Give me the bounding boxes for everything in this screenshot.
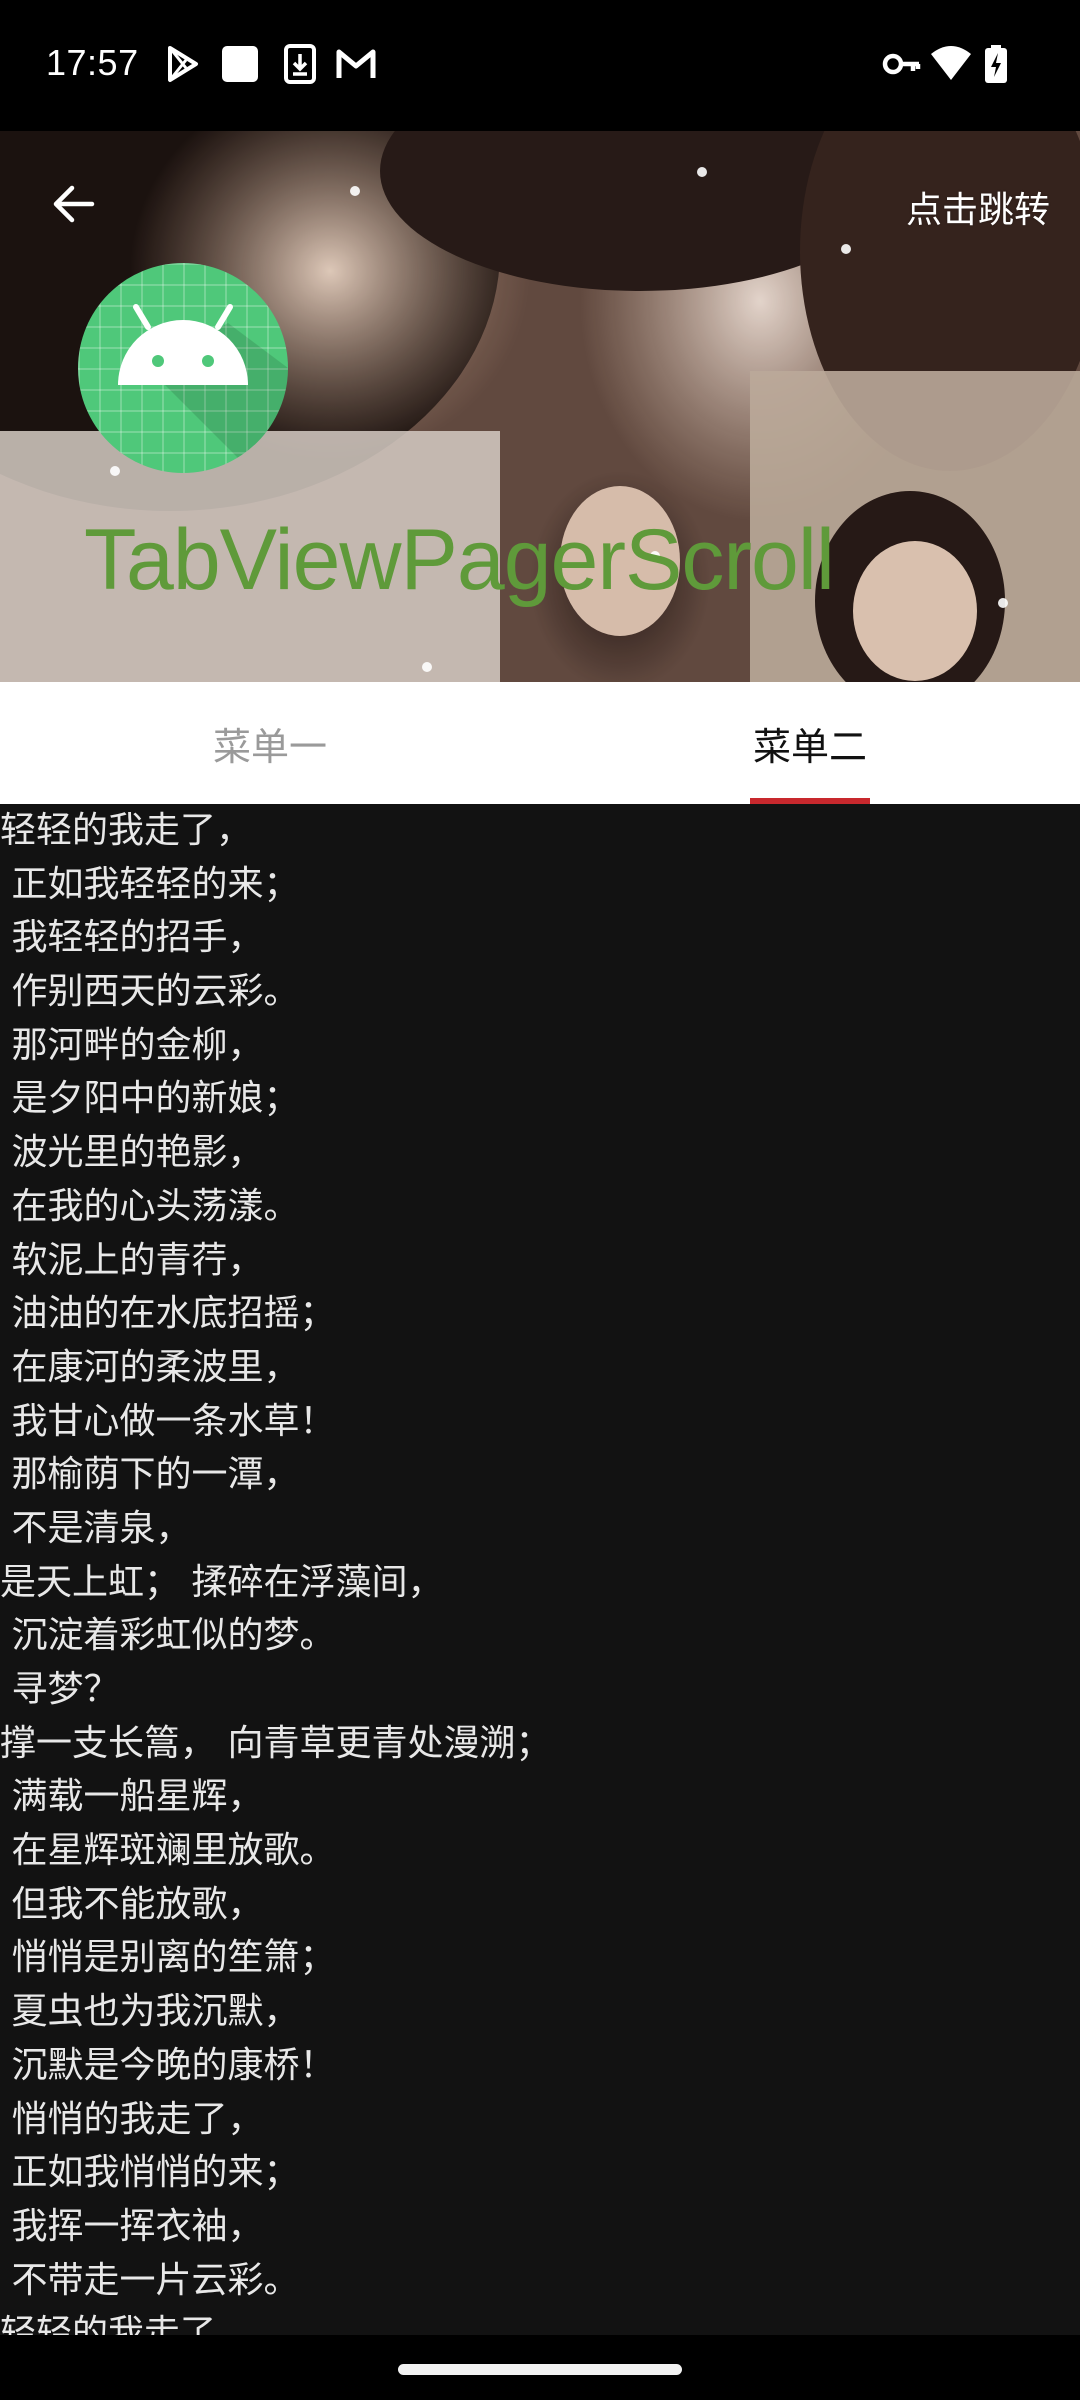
home-indicator[interactable] xyxy=(398,2364,682,2375)
sparkle-dot xyxy=(422,662,432,672)
app-root: 17:57 点击跳转 TabViewPagerScroll 菜单一 菜单二 轻轻… xyxy=(0,0,1080,2400)
poem-line: 轻轻的我走了， xyxy=(0,810,253,851)
key-icon xyxy=(882,44,922,84)
poem-line: 是夕阳中的新娘； xyxy=(0,1078,300,1120)
tab-menu-two[interactable]: 菜单二 xyxy=(540,682,1080,804)
back-button[interactable] xyxy=(44,176,104,236)
poem-line: 悄悄的我走了， xyxy=(0,2098,264,2140)
poem-line: 但我不能放歌， xyxy=(0,1883,264,1925)
poem-text: 轻轻的我走了， 正如我轻轻的来； 我轻轻的招手， 作别西天的云彩。 那河畔的金柳… xyxy=(0,804,1080,2335)
poem-line: 正如我悄悄的来； xyxy=(0,2152,300,2194)
collapsing-header: 点击跳转 TabViewPagerScroll xyxy=(0,131,1080,682)
sparkle-dot xyxy=(841,244,851,254)
poem-line: 我甘心做一条水草！ xyxy=(0,1400,336,1442)
app-logo xyxy=(78,263,288,473)
poem-line: 那榆荫下的一潭， xyxy=(0,1454,300,1496)
status-time: 17:57 xyxy=(46,42,139,83)
gmail-icon xyxy=(336,44,376,84)
poem-line: 沉淀着彩虹似的梦。 xyxy=(0,1615,336,1657)
jump-button[interactable]: 点击跳转 xyxy=(906,181,1050,233)
wifi-icon xyxy=(930,44,971,84)
poem-line: 软泥上的青荇， xyxy=(0,1239,264,1281)
poem-line: 夏虫也为我沉默， xyxy=(0,1991,300,2033)
download-icon xyxy=(280,44,320,84)
poem-line: 在康河的柔波里， xyxy=(0,1346,300,1388)
sparkle-dot xyxy=(350,186,360,196)
poem-line: 波光里的艳影， xyxy=(0,1132,264,1174)
status-bar: 17:57 xyxy=(0,0,1080,131)
poem-line: 油油的在水底招摇； xyxy=(0,1293,336,1335)
poem-line: 那河畔的金柳， xyxy=(0,1024,264,1066)
poem-line: 撑一支长篙， 向青草更青处漫溯； xyxy=(0,1722,552,1764)
poem-line: 作别西天的云彩。 xyxy=(0,971,300,1013)
sparkle-dot xyxy=(697,167,707,177)
tab-label: 菜单一 xyxy=(212,724,327,769)
tab-bar: 菜单一 菜单二 xyxy=(0,682,1080,804)
poem-line: 正如我轻轻的来； xyxy=(0,863,300,905)
tab-menu-one[interactable]: 菜单一 xyxy=(0,682,540,804)
tab-label: 菜单二 xyxy=(752,724,867,769)
poem-line: 是天上虹； 揉碎在浮藻间， xyxy=(0,1561,444,1603)
poem-line: 在我的心头荡漾。 xyxy=(0,1185,300,1227)
poem-line: 不带走一片云彩。 xyxy=(0,2259,300,2301)
poem-line: 我挥一挥衣袖， xyxy=(0,2205,264,2247)
arrow-left-icon xyxy=(50,180,98,232)
poem-scroll-view[interactable]: 轻轻的我走了， 正如我轻轻的来； 我轻轻的招手， 作别西天的云彩。 那河畔的金柳… xyxy=(0,804,1080,2335)
page-title: TabViewPagerScroll xyxy=(84,512,835,608)
poem-line: 悄悄是别离的笙箫； xyxy=(0,1937,336,1979)
android-icon xyxy=(78,263,288,473)
poem-line: 满载一船星辉， xyxy=(0,1776,264,1818)
poem-line: 沉默是今晚的康桥！ xyxy=(0,2044,336,2086)
sparkle-dot xyxy=(998,598,1008,608)
poem-line: 我轻轻的招手， xyxy=(0,917,264,959)
battery-charging-icon xyxy=(984,44,1024,84)
poem-line: 寻梦？ xyxy=(0,1669,120,1710)
poem-line: 在星辉斑斓里放歌。 xyxy=(0,1830,336,1872)
square-icon xyxy=(220,44,260,84)
poem-line: 不是清泉， xyxy=(0,1507,192,1549)
poem-line: 轻轻的我走了， xyxy=(0,2313,253,2335)
play-store-icon xyxy=(162,44,202,84)
